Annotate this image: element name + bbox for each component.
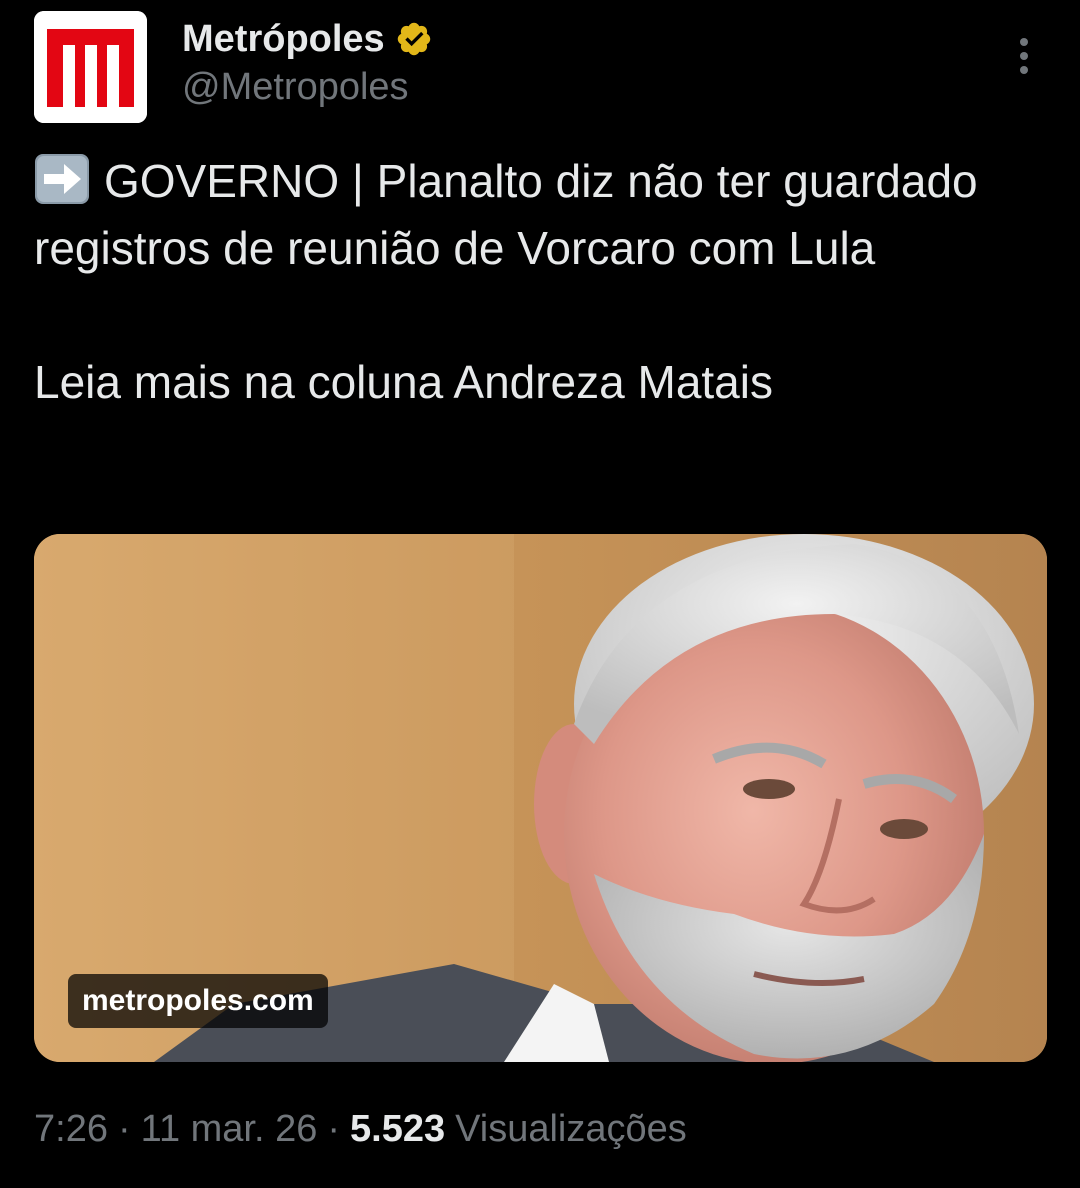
right-arrow-emoji-icon — [34, 153, 90, 205]
more-options-button[interactable] — [1004, 34, 1044, 78]
tweet-line-2: Leia mais na coluna Andreza Matais — [34, 356, 773, 408]
meta-separator: · — [327, 1107, 341, 1150]
meta-separator: · — [117, 1107, 131, 1150]
card-domain-badge: metropoles.com — [68, 974, 328, 1028]
link-card[interactable]: metropoles.com — [34, 534, 1047, 1062]
metropoles-logo-icon — [34, 11, 147, 123]
author-handle[interactable]: @Metropoles — [182, 66, 409, 109]
author-name-text: Metrópoles — [182, 17, 385, 60]
more-options-icon — [1020, 38, 1028, 74]
tweet-meta: 7:26 · 11 mar. 26 · 5.523 Visualizações — [34, 1104, 687, 1154]
tweet-date[interactable]: 11 mar. 26 — [141, 1108, 318, 1151]
verified-badge-icon — [395, 20, 433, 58]
tweet-text: GOVERNO | Planalto diz não ter guardado … — [34, 148, 1044, 416]
tweet-time[interactable]: 7:26 — [34, 1108, 108, 1151]
author-avatar[interactable] — [34, 11, 147, 123]
views-count[interactable]: 5.523 — [350, 1108, 445, 1151]
tweet-line-1: GOVERNO | Planalto diz não ter guardado … — [34, 155, 978, 274]
views-label[interactable]: Visualizações — [455, 1108, 687, 1151]
author-display-name[interactable]: Metrópoles — [182, 16, 433, 62]
tweet: Metrópoles @Metropoles GOVERNO | Planalt… — [0, 0, 1080, 1188]
